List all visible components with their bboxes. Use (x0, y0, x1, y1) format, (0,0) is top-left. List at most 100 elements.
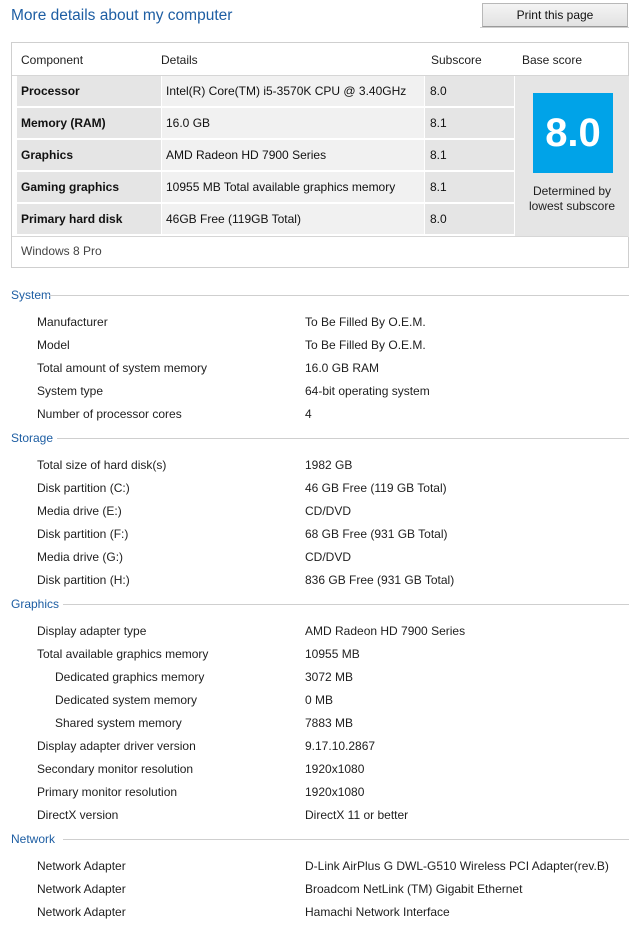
os-divider (12, 236, 628, 237)
property-row: Display adapter driver version 9.17.10.28… (0, 735, 629, 758)
component-name: Gaming graphics (17, 172, 161, 202)
property-label: Network Adapter (37, 859, 126, 873)
component-name: Memory (RAM) (17, 108, 161, 138)
component-details: 46GB Free (119GB Total) (162, 204, 424, 234)
component-name: Graphics (17, 140, 161, 170)
property-row: Total size of hard disk(s) 1982 GB (0, 454, 629, 477)
property-label: Primary monitor resolution (37, 785, 178, 799)
section-header: Network (11, 831, 629, 847)
property-label: Dedicated graphics memory (55, 670, 205, 684)
property-row: Network Adapter Hamachi Network Interface (0, 901, 629, 924)
section-title: Storage (11, 431, 54, 445)
section-header: Storage (11, 430, 629, 446)
component-details: AMD Radeon HD 7900 Series (162, 140, 424, 170)
column-header-component: Component (21, 53, 84, 67)
section-divider (63, 839, 629, 840)
section-header: System (11, 287, 629, 303)
property-value: To Be Filled By O.E.M. (305, 338, 426, 352)
section-divider (57, 438, 629, 439)
property-value: 16.0 GB RAM (305, 361, 380, 375)
component-subscore: 8.1 (425, 172, 514, 202)
property-value: 64-bit operating system (305, 384, 430, 398)
property-row: Disk partition (H:) 836 GB Free (931 GB T… (0, 569, 629, 592)
property-row: Dedicated graphics memory 3072 MB (0, 666, 629, 689)
property-value: 3072 MB (305, 670, 354, 684)
property-value: D-Link AirPlus G DWL-G510 Wireless PCI A… (305, 859, 609, 873)
print-page-button[interactable]: Print this page (482, 3, 628, 27)
section-title: System (11, 288, 52, 302)
property-value: 46 GB Free (119 GB Total) (305, 481, 447, 495)
property-label: Media drive (E:) (37, 504, 122, 518)
property-label: Shared system memory (55, 716, 182, 730)
column-header-details: Details (161, 53, 198, 67)
component-details: 16.0 GB (162, 108, 424, 138)
property-value: 836 GB Free (931 GB Total) (305, 573, 455, 587)
property-row: Display adapter type AMD Radeon HD 7900 S… (0, 620, 629, 643)
property-value: 68 GB Free (931 GB Total) (305, 527, 448, 541)
property-value: DirectX 11 or better (305, 808, 409, 822)
property-label: Total amount of system memory (37, 361, 208, 375)
property-row: Total amount of system memory 16.0 GB RAM (0, 357, 629, 380)
component-details: Intel(R) Core(TM) i5-3570K CPU @ 3.40GHz (162, 76, 424, 106)
property-label: Display adapter driver version (37, 739, 196, 753)
property-label: Disk partition (F:) (37, 527, 129, 541)
property-value: 4 (305, 407, 312, 421)
component-name: Primary hard disk (17, 204, 161, 234)
property-value: AMD Radeon HD 7900 Series (305, 624, 466, 638)
property-label: Total size of hard disk(s) (37, 458, 167, 472)
property-row: Media drive (G:) CD/DVD (0, 546, 629, 569)
property-label: Manufacturer (37, 315, 108, 329)
property-label: Secondary monitor resolution (37, 762, 194, 776)
property-value: 9.17.10.2867 (305, 739, 376, 753)
property-value: Hamachi Network Interface (305, 905, 450, 919)
property-label: Dedicated system memory (55, 693, 198, 707)
property-value: 1920x1080 (305, 785, 365, 799)
page-title: More details about my computer (11, 7, 233, 24)
property-label: Display adapter type (37, 624, 147, 638)
base-score-tile: 8.0 (533, 93, 613, 173)
property-label: Disk partition (C:) (37, 481, 130, 495)
component-subscore: 8.1 (425, 140, 514, 170)
component-details: 10955 MB Total available graphics memory (162, 172, 424, 202)
property-value: CD/DVD (305, 550, 352, 564)
property-label: System type (37, 384, 104, 398)
property-row: Secondary monitor resolution 1920x1080 (0, 758, 629, 781)
property-label: Media drive (G:) (37, 550, 124, 564)
property-row: Dedicated system memory 0 MB (0, 689, 629, 712)
property-row: Network Adapter D-Link AirPlus G DWL-G510… (0, 855, 629, 878)
property-label: Network Adapter (37, 882, 126, 896)
property-label: Number of processor cores (37, 407, 182, 421)
component-subscore: 8.0 (425, 204, 514, 234)
property-label: Disk partition (H:) (37, 573, 130, 587)
property-row: System type 64-bit operating system (0, 380, 629, 403)
property-value: CD/DVD (305, 504, 352, 518)
property-row: Shared system memory 7883 MB (0, 712, 629, 735)
base-score-caption: Determined by lowest subscore (515, 184, 629, 214)
property-row: Total available graphics memory 10955 MB (0, 643, 629, 666)
section-title: Network (11, 832, 56, 846)
property-value: To Be Filled By O.E.M. (305, 315, 426, 329)
section-divider (49, 295, 629, 296)
property-value: 7883 MB (305, 716, 354, 730)
property-label: Total available graphics memory (37, 647, 209, 661)
property-row: Number of processor cores 4 (0, 403, 629, 426)
section-divider (63, 604, 629, 605)
component-subscore: 8.0 (425, 76, 514, 106)
section-title: Graphics (11, 597, 60, 611)
property-label: DirectX version (37, 808, 119, 822)
column-header-base-score: Base score (522, 53, 583, 67)
base-score-caption-line: lowest subscore (528, 199, 616, 213)
property-value: 0 MB (305, 693, 334, 707)
property-row: Disk partition (F:) 68 GB Free (931 GB To… (0, 523, 629, 546)
property-value: 1982 GB (305, 458, 353, 472)
column-header-subscore: Subscore (431, 53, 482, 67)
property-row: Disk partition (C:) 46 GB Free (119 GB To… (0, 477, 629, 500)
score-table: Component Details Subscore Base score Pr… (11, 42, 629, 268)
section-header: Graphics (11, 596, 629, 612)
component-subscore: 8.1 (425, 108, 514, 138)
property-row: Manufacturer To Be Filled By O.E.M. (0, 311, 629, 334)
base-score-panel: 8.0 Determined by lowest subscore (515, 76, 629, 237)
property-value: Broadcom NetLink (TM) Gigabit Ethernet (305, 882, 523, 896)
property-value: 10955 MB (305, 647, 360, 661)
os-edition: Windows 8 Pro (21, 244, 102, 258)
